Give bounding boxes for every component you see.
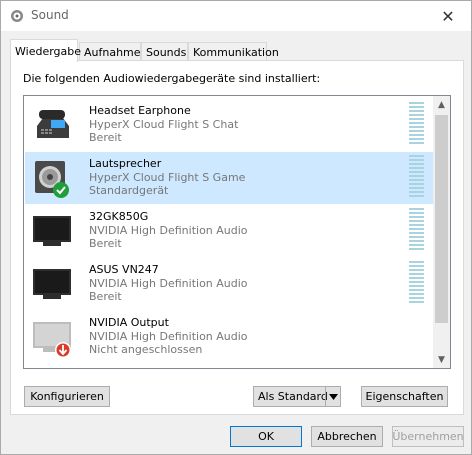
device-name: NVIDIA Output (89, 316, 169, 329)
device-description: NVIDIA High Definition Audio (89, 224, 248, 237)
speaker-app-icon (11, 10, 23, 22)
scroll-thumb[interactable] (435, 115, 448, 323)
device-name: Lautsprecher (89, 157, 162, 170)
device-item-headset-earphone[interactable]: Headset Earphone HyperX Cloud Flight S C… (25, 99, 433, 151)
volume-meter (409, 155, 424, 197)
configure-button[interactable]: Konfigurieren (24, 386, 110, 407)
ok-button[interactable]: OK (230, 426, 302, 447)
chevron-down-icon: ▼ (438, 354, 445, 365)
device-item-nvidia-output[interactable]: NVIDIA Output NVIDIA High Definition Aud… (25, 311, 433, 363)
headset-phone-icon (37, 110, 69, 138)
device-status: Bereit (89, 290, 122, 303)
close-button[interactable]: ✕ (425, 1, 471, 31)
device-item-asus-vn247[interactable]: ASUS VN247 NVIDIA High Definition Audio … (25, 258, 433, 310)
device-status: Standardgerät (89, 184, 169, 197)
device-description: HyperX Cloud Flight S Game (89, 171, 246, 184)
device-description: HyperX Cloud Flight S Chat (89, 118, 239, 131)
chevron-down-icon (328, 393, 338, 400)
chevron-up-icon: ▲ (438, 99, 445, 110)
sound-dialog: Sound ✕ Wiedergabe Aufnahme Sounds Kommu… (0, 0, 472, 455)
tab-wiedergabe[interactable]: Wiedergabe (10, 39, 81, 62)
default-check-icon (53, 182, 69, 198)
window-title: Sound (31, 8, 69, 22)
monitor-icon (33, 216, 71, 246)
apply-button[interactable]: Übernehmen (392, 426, 464, 447)
scroll-down-button[interactable]: ▼ (433, 351, 450, 368)
device-item-32gk850g[interactable]: 32GK850G NVIDIA High Definition Audio Be… (25, 205, 433, 257)
device-description: NVIDIA High Definition Audio (89, 277, 248, 290)
panel-intro-text: Die folgenden Audiowiedergabegeräte sind… (23, 72, 321, 85)
volume-meter (409, 208, 424, 250)
volume-meter (409, 102, 424, 144)
speaker-icon (35, 161, 69, 198)
tab-kommunikation[interactable]: Kommunikation (188, 42, 279, 62)
device-list[interactable]: Headset Earphone HyperX Cloud Flight S C… (23, 95, 451, 369)
monitor-icon (33, 269, 71, 299)
tab-aufnahme[interactable]: Aufnahme (79, 42, 141, 62)
set-default-label: Als Standard (258, 390, 328, 403)
title-bar: Sound ✕ (1, 1, 471, 31)
device-list-scrollbar[interactable]: ▲ ▼ (433, 96, 450, 368)
properties-button[interactable]: Eigenschaften (361, 386, 448, 407)
device-status: Nicht angeschlossen (89, 343, 203, 356)
set-default-split-button[interactable]: Als Standard (253, 386, 341, 407)
device-item-lautsprecher[interactable]: Lautsprecher HyperX Cloud Flight S Game … (25, 152, 433, 204)
device-status: Bereit (89, 131, 122, 144)
tab-sounds[interactable]: Sounds (141, 42, 188, 62)
cancel-button[interactable]: Abbrechen (311, 426, 383, 447)
device-name: ASUS VN247 (89, 263, 159, 276)
close-icon: ✕ (441, 6, 455, 26)
scroll-up-button[interactable]: ▲ (433, 96, 450, 113)
set-default-dropdown[interactable] (325, 387, 340, 406)
volume-meter (409, 261, 424, 303)
monitor-disconnected-icon (33, 322, 71, 358)
playback-panel: Die folgenden Audiowiedergabegeräte sind… (10, 60, 464, 415)
device-name: Headset Earphone (89, 104, 191, 117)
device-status: Bereit (89, 237, 122, 250)
device-name: 32GK850G (89, 210, 149, 223)
device-description: NVIDIA High Definition Audio (89, 330, 248, 343)
